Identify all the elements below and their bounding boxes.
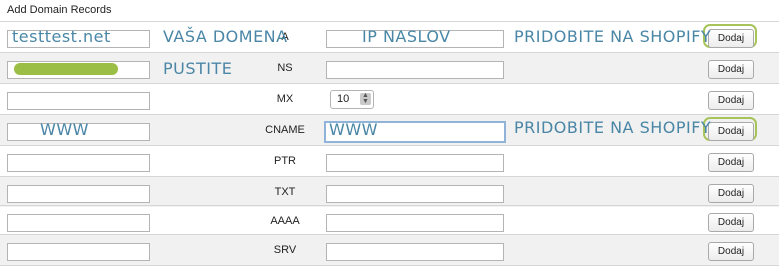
value-input-ns[interactable] — [326, 61, 504, 79]
value-input-srv[interactable] — [326, 243, 504, 261]
name-input-aaaa[interactable] — [7, 214, 150, 232]
add-button-cname[interactable]: Dodaj — [708, 122, 754, 141]
record-row-mx: MX 10 ▲ ▼ Dodaj — [0, 83, 779, 114]
add-button-txt[interactable]: Dodaj — [708, 184, 754, 203]
add-button-a[interactable]: Dodaj — [708, 29, 754, 48]
redaction-mark — [14, 63, 118, 75]
section-title: Add Domain Records — [7, 4, 112, 16]
annotation-leave: PUSTITE — [163, 59, 233, 78]
priority-select[interactable]: 10 ▲ ▼ — [330, 90, 374, 109]
name-a-text: testtest.net — [12, 27, 111, 46]
name-input-txt[interactable] — [7, 185, 150, 203]
add-button-mx[interactable]: Dodaj — [708, 91, 754, 110]
record-row-txt: TXT Dodaj — [0, 176, 779, 207]
type-label-mx: MX — [276, 93, 294, 105]
annotation-get-on-shopify-1: PRIDOBITE NA SHOPIFY — [514, 27, 712, 46]
record-row-ns: NS Dodaj — [0, 52, 779, 83]
name-input-mx[interactable] — [7, 92, 150, 110]
add-button-ptr[interactable]: Dodaj — [708, 153, 754, 172]
add-button-ns[interactable]: Dodaj — [708, 60, 754, 79]
annotation-your-domain: VAŠA DOMENA — [163, 27, 288, 46]
select-stepper-icon: ▲ ▼ — [360, 92, 371, 105]
value-cname-text: WWW — [329, 120, 378, 139]
name-cname-text: WWW — [40, 120, 89, 139]
priority-value: 10 — [337, 93, 350, 105]
value-a-text: IP NASLOV — [362, 27, 451, 46]
record-row-aaaa: AAAA Dodaj — [0, 205, 779, 236]
name-input-ptr[interactable] — [7, 154, 150, 172]
annotation-get-on-shopify-2: PRIDOBITE NA SHOPIFY — [514, 118, 712, 137]
name-input-srv[interactable] — [7, 243, 150, 261]
add-button-srv[interactable]: Dodaj — [708, 242, 754, 261]
add-button-aaaa[interactable]: Dodaj — [708, 213, 754, 232]
value-input-aaaa[interactable] — [326, 214, 504, 232]
record-row-ptr: PTR Dodaj — [0, 145, 779, 176]
record-row-srv: SRV Dodaj — [0, 234, 779, 266]
value-input-txt[interactable] — [326, 185, 504, 203]
value-input-ptr[interactable] — [326, 154, 504, 172]
